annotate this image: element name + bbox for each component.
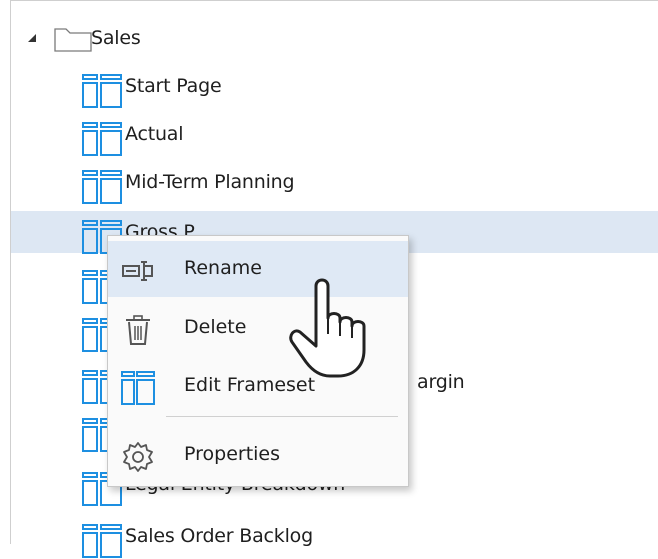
folder-label: Sales bbox=[91, 27, 141, 49]
menu-item-delete[interactable]: Delete bbox=[108, 300, 408, 356]
menu-item-properties[interactable]: Properties bbox=[108, 427, 408, 483]
menu-item-label: Edit Frameset bbox=[184, 374, 316, 396]
context-menu: Rename Delete Edit Frameset Properties bbox=[107, 235, 409, 487]
frameset-icon bbox=[82, 170, 122, 204]
menu-item-label: Delete bbox=[184, 316, 247, 338]
trash-icon bbox=[126, 315, 150, 345]
frameset-icon bbox=[121, 371, 155, 405]
collapse-triangle-icon[interactable] bbox=[25, 31, 39, 45]
tree-item-mid-term-planning[interactable]: Mid-Term Planning bbox=[11, 161, 658, 204]
folder-icon bbox=[54, 28, 92, 52]
menu-item-label: Properties bbox=[184, 443, 281, 465]
frameset-icon bbox=[82, 74, 122, 108]
menu-separator bbox=[166, 416, 398, 417]
rename-icon bbox=[122, 261, 153, 281]
menu-item-label: Rename bbox=[184, 257, 262, 279]
frameset-icon bbox=[82, 122, 122, 156]
tree-item-actual[interactable]: Actual bbox=[11, 113, 658, 156]
tree-item-sales-order-backlog[interactable]: Sales Order Backlog bbox=[11, 515, 658, 558]
tree-item-label: Actual bbox=[125, 123, 184, 145]
tree-folder-sales[interactable]: Sales bbox=[11, 17, 658, 59]
tree-item-label-fragment: argin bbox=[417, 371, 465, 393]
frameset-icon bbox=[82, 524, 122, 558]
menu-item-rename[interactable]: Rename bbox=[108, 241, 408, 297]
tree-item-label: Start Page bbox=[125, 75, 222, 97]
gear-icon bbox=[123, 442, 153, 472]
tree-item-start-page[interactable]: Start Page bbox=[11, 65, 658, 108]
tree-item-label: Mid-Term Planning bbox=[125, 171, 295, 193]
tree-item-label: Sales Order Backlog bbox=[125, 525, 313, 547]
menu-item-edit-frameset[interactable]: Edit Frameset bbox=[108, 358, 408, 414]
